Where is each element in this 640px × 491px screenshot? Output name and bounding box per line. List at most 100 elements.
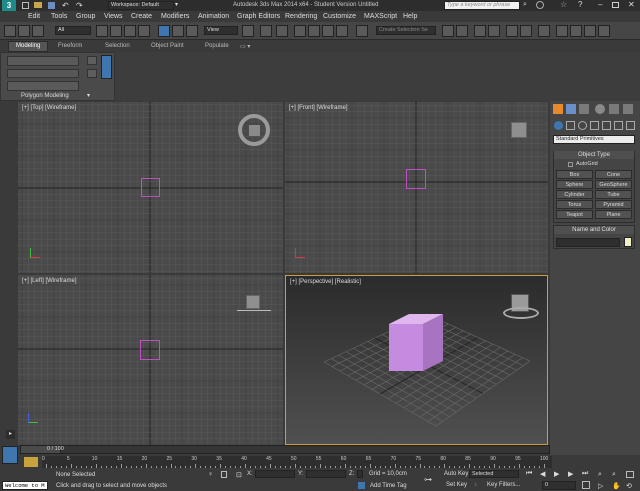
object-type-title[interactable]: Object Type xyxy=(554,151,634,159)
select-by-name-icon[interactable] xyxy=(110,25,122,37)
tab-object-paint[interactable]: Object Paint xyxy=(151,43,184,49)
set-key-button[interactable]: Set Key xyxy=(446,482,467,488)
cameras-category-icon[interactable] xyxy=(590,121,599,130)
orbit-icon[interactable]: ⟲ xyxy=(626,482,632,490)
infocenter-icon[interactable] xyxy=(536,1,544,9)
time-configuration-icon[interactable] xyxy=(582,481,590,489)
plane-button[interactable]: Plane xyxy=(595,210,632,219)
quick-access-new-icon[interactable] xyxy=(22,2,29,9)
percent-snap-icon[interactable] xyxy=(322,25,334,37)
link-icon[interactable] xyxy=(4,25,16,37)
systems-category-icon[interactable] xyxy=(626,121,635,130)
menu-modifiers[interactable]: Modifiers xyxy=(161,13,189,20)
zoom-all-icon[interactable]: ⌕ xyxy=(612,471,616,479)
tab-selection[interactable]: Selection xyxy=(105,43,130,49)
ribbon-side-icon-1[interactable] xyxy=(87,56,97,65)
render-production-icon[interactable] xyxy=(584,25,596,37)
quick-access-open-icon[interactable] xyxy=(34,2,42,8)
time-slider[interactable]: 0 / 100 xyxy=(20,445,550,454)
zoom-icon[interactable]: ⌕ xyxy=(598,471,602,479)
align-icon[interactable] xyxy=(456,25,468,37)
reference-coordinate-dropdown[interactable]: View xyxy=(204,26,238,35)
display-tab-icon[interactable] xyxy=(609,104,619,114)
geometry-category-icon[interactable] xyxy=(554,121,563,130)
viewport-top[interactable]: [+] [Top] [Wireframe] xyxy=(18,102,283,273)
menu-help[interactable]: Help xyxy=(403,13,417,20)
selection-filter-dropdown[interactable]: All xyxy=(55,26,91,35)
viewport-label[interactable]: [+] [Top] [Wireframe] xyxy=(22,105,76,111)
mirror-icon[interactable] xyxy=(442,25,454,37)
select-and-move-icon[interactable] xyxy=(158,25,170,37)
object-box-wireframe[interactable] xyxy=(406,169,426,189)
hierarchy-tab-icon[interactable] xyxy=(579,104,589,114)
menu-rendering[interactable]: Rendering xyxy=(285,13,317,20)
viewport-left[interactable]: [+] [Left] [Wireframe] xyxy=(18,275,283,445)
x-coordinate-field[interactable] xyxy=(255,470,295,478)
menu-group[interactable]: Group xyxy=(76,13,95,20)
maxscript-listener[interactable]: Welcome to M xyxy=(2,481,48,490)
menu-graph-editors[interactable]: Graph Editors xyxy=(237,13,280,20)
viewport-front[interactable]: [+] [Front] [Wireframe] xyxy=(285,102,548,273)
viewport-perspective[interactable]: [+] [Perspective] [Realistic] xyxy=(285,275,548,445)
edit-named-selection-icon[interactable] xyxy=(356,25,368,37)
previous-frame-icon[interactable]: ◀ xyxy=(540,470,545,478)
tab-modeling-label[interactable]: Modeling xyxy=(16,43,40,49)
key-icon[interactable]: ⊶ xyxy=(424,475,432,484)
go-to-end-icon[interactable]: ⏭ xyxy=(582,470,588,478)
auto-key-button[interactable]: Auto Key xyxy=(444,471,468,477)
cone-button[interactable]: Cone xyxy=(595,170,632,179)
menu-maxscript[interactable]: MAXScript xyxy=(364,13,397,20)
field-of-view-icon[interactable]: ▷ xyxy=(598,482,603,490)
key-filters-icon[interactable]: ♪ xyxy=(474,482,477,488)
spacewarps-category-icon[interactable] xyxy=(614,121,623,130)
ribbon-side-icon-3[interactable] xyxy=(101,55,112,79)
select-and-manipulate-icon[interactable] xyxy=(260,25,272,37)
search-input[interactable]: Type a keyword or phrase xyxy=(444,1,520,10)
y-coordinate-field[interactable] xyxy=(306,470,346,478)
add-time-tag-button[interactable]: Add Time Tag xyxy=(370,483,407,489)
modify-tab-icon[interactable] xyxy=(566,104,576,114)
create-tab-icon[interactable] xyxy=(553,104,563,114)
favorites-icon[interactable]: ☆ xyxy=(560,0,567,9)
minimize-icon[interactable]: – xyxy=(598,0,602,9)
menu-tools[interactable]: Tools xyxy=(51,13,67,20)
redo-icon[interactable]: ↷ xyxy=(76,1,83,10)
undo-icon[interactable]: ↶ xyxy=(62,1,69,10)
object-box-wireframe[interactable] xyxy=(141,178,160,197)
unlink-icon[interactable] xyxy=(18,25,30,37)
quick-access-save-icon[interactable] xyxy=(48,2,55,9)
teapot-button[interactable]: Teapot xyxy=(556,210,593,219)
search-icon[interactable]: ⌕ xyxy=(523,1,527,9)
next-frame-icon[interactable]: ▶ xyxy=(568,470,573,478)
angle-snap-icon[interactable] xyxy=(308,25,320,37)
rectangular-selection-icon[interactable] xyxy=(124,25,136,37)
box-button[interactable]: Box xyxy=(556,170,593,179)
pyramid-button[interactable]: Pyramid xyxy=(595,200,632,209)
schematic-view-icon[interactable] xyxy=(520,25,532,37)
menu-customize[interactable]: Customize xyxy=(323,13,356,20)
menu-create[interactable]: Create xyxy=(131,13,152,20)
z-coordinate-field[interactable] xyxy=(357,470,363,478)
transform-mode-icon[interactable]: ⊡ xyxy=(236,471,242,479)
viewcube-icon[interactable] xyxy=(511,122,527,138)
chevron-down-icon[interactable]: ▾ xyxy=(87,92,90,99)
key-filters-button[interactable]: Key Filters... xyxy=(487,482,520,488)
zoom-extents-icon[interactable] xyxy=(626,471,634,478)
pivot-center-icon[interactable] xyxy=(242,25,254,37)
key-mode-dropdown[interactable]: Selected xyxy=(469,470,519,478)
viewcube-icon[interactable] xyxy=(238,114,270,146)
torus-button[interactable]: Torus xyxy=(556,200,593,209)
tab-populate[interactable]: Populate xyxy=(205,43,229,49)
name-and-color-title[interactable]: Name and Color xyxy=(554,226,634,234)
material-editor-icon[interactable] xyxy=(538,25,550,37)
viewport-nav-arrow-icon[interactable]: ▸ xyxy=(6,430,15,439)
app-logo[interactable]: 3 xyxy=(2,0,16,11)
shapes-category-icon[interactable] xyxy=(566,121,575,130)
timeline-ruler[interactable]: 0 5 10 15 20 25 30 35 40 45 50 55 60 65 70 75 80 85 90 95 10… xyxy=(42,456,552,468)
utilities-tab-icon[interactable] xyxy=(623,104,633,114)
time-tag-icon[interactable] xyxy=(358,482,365,489)
ribbon-panel-label[interactable]: Polygon Modeling xyxy=(21,93,69,99)
viewport-label[interactable]: [+] [Front] [Wireframe] xyxy=(289,105,348,111)
close-icon[interactable]: ✕ xyxy=(628,0,635,9)
geosphere-button[interactable]: GeoSphere xyxy=(595,180,632,189)
